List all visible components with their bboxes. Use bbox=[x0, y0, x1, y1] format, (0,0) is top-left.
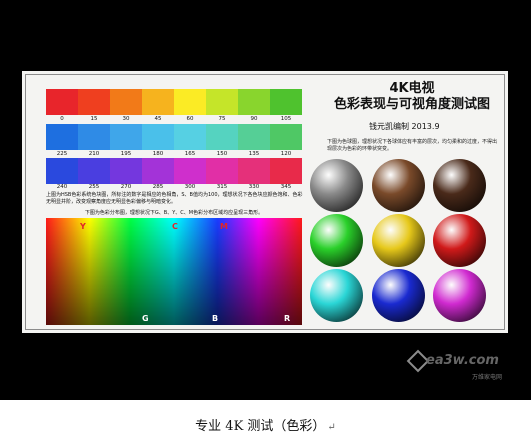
color-swatch bbox=[206, 124, 238, 150]
hue-label: 180 bbox=[152, 151, 164, 157]
hue-label: 135 bbox=[248, 151, 260, 157]
hue-letter-m: M bbox=[220, 222, 228, 231]
color-swatch bbox=[206, 158, 238, 184]
hue-label: 225 bbox=[56, 151, 68, 157]
color-swatch bbox=[238, 158, 270, 184]
watermark-text: ea3w.com bbox=[426, 353, 499, 368]
hue-label: 345 bbox=[280, 184, 292, 190]
color-swatch bbox=[174, 124, 206, 150]
hue-map-caption: 下图为色彩分布图，理想状况下G、B、Y、C、M色彩分布区域均应呈现三角形。 bbox=[84, 210, 264, 216]
hue-label: 105 bbox=[280, 116, 292, 122]
color-swatch bbox=[270, 89, 302, 115]
hue-label: 210 bbox=[88, 151, 100, 157]
hue-label: 255 bbox=[88, 184, 100, 190]
hue-label: 15 bbox=[90, 116, 98, 122]
hue-label: 195 bbox=[120, 151, 132, 157]
color-swatch bbox=[206, 89, 238, 115]
color-swatch bbox=[270, 124, 302, 150]
color-ball-brown bbox=[372, 159, 425, 212]
hue-label: 75 bbox=[218, 116, 226, 122]
hue-letter-c: C bbox=[172, 222, 178, 231]
hue-labels-row-2: 225 210 195 180 165 150 135 120 bbox=[46, 151, 302, 157]
color-swatch bbox=[238, 89, 270, 115]
color-swatch bbox=[78, 89, 110, 115]
hue-label: 240 bbox=[56, 184, 68, 190]
hue-label: 315 bbox=[216, 184, 228, 190]
hue-distribution-map: Y C M G B R bbox=[46, 218, 302, 325]
paragraph-mark-icon: ↵ bbox=[327, 422, 336, 433]
hue-label: 120 bbox=[280, 151, 292, 157]
hue-label: 285 bbox=[152, 184, 164, 190]
hue-letter-r: R bbox=[284, 314, 291, 323]
color-ball-green bbox=[310, 214, 363, 267]
chart-title-line1: 4K电视 bbox=[389, 81, 435, 96]
color-swatch bbox=[110, 124, 142, 150]
color-ball-yellow bbox=[372, 214, 425, 267]
hue-label: 45 bbox=[154, 116, 162, 122]
test-chart-screen: 4K电视 色彩表现与可视角度测试图 钱元凯编制 2013.9 下图为色球图，理想… bbox=[22, 71, 508, 333]
color-ball-magenta bbox=[433, 269, 486, 322]
color-swatch bbox=[110, 158, 142, 184]
color-swatch bbox=[46, 158, 78, 184]
color-swatch bbox=[142, 89, 174, 115]
photo: 4K电视 色彩表现与可视角度测试图 钱元凯编制 2013.9 下图为色球图，理想… bbox=[0, 0, 531, 400]
hue-label: 30 bbox=[122, 116, 130, 122]
hue-label: 165 bbox=[184, 151, 196, 157]
color-strip-row-2 bbox=[46, 124, 302, 150]
color-ball-red bbox=[433, 214, 486, 267]
color-strip-row-1 bbox=[46, 89, 302, 115]
caption-text: 专业 4K 测试（色彩） bbox=[195, 419, 326, 434]
watermark-subtext: 万维家电网 bbox=[472, 374, 503, 381]
hue-labels-row-3: 240 255 270 285 300 315 330 345 bbox=[46, 184, 302, 190]
color-ball-cyan bbox=[310, 269, 363, 322]
hue-letter-y: Y bbox=[80, 222, 86, 231]
color-ball-dark-brown bbox=[433, 159, 486, 212]
hue-label: 90 bbox=[250, 116, 258, 122]
color-swatch bbox=[142, 158, 174, 184]
ball-description: 下图为色球图，理想状况下各球体应有丰富的层次，均匀柔和的过度，不得出现层次为色彩… bbox=[327, 139, 498, 152]
color-swatch bbox=[110, 89, 142, 115]
chart-title-line2: 色彩表现与可视角度测试图 bbox=[333, 97, 490, 112]
hue-description: 上图为HSB色彩系统色块图，所标注的数字是相应的色相角，S、B值均为100，理想… bbox=[46, 192, 303, 205]
hue-label: 60 bbox=[186, 116, 194, 122]
chart-author: 钱元凯编制 2013.9 bbox=[369, 122, 440, 131]
hue-letter-g: G bbox=[142, 314, 149, 323]
color-strip-row-3 bbox=[46, 158, 302, 184]
color-swatch bbox=[78, 158, 110, 184]
hue-labels-row-1: 0 15 30 45 60 75 90 105 bbox=[46, 116, 302, 122]
hue-label: 300 bbox=[184, 184, 196, 190]
color-swatch bbox=[142, 124, 174, 150]
color-swatch bbox=[174, 89, 206, 115]
color-swatch bbox=[238, 124, 270, 150]
hue-label: 150 bbox=[216, 151, 228, 157]
color-swatch bbox=[46, 124, 78, 150]
color-swatch bbox=[78, 124, 110, 150]
hue-label: 330 bbox=[248, 184, 260, 190]
hue-label: 0 bbox=[60, 116, 64, 122]
color-swatch bbox=[174, 158, 206, 184]
color-swatch bbox=[46, 89, 78, 115]
photo-caption: 专业 4K 测试（色彩） ↵ bbox=[0, 415, 531, 434]
color-ball-gray bbox=[310, 159, 363, 212]
hue-label: 270 bbox=[120, 184, 132, 190]
hue-letter-b: B bbox=[212, 314, 219, 323]
chart-title: 4K电视 色彩表现与可视角度测试图 bbox=[322, 81, 502, 113]
color-ball-blue bbox=[372, 269, 425, 322]
color-swatch bbox=[270, 158, 302, 184]
